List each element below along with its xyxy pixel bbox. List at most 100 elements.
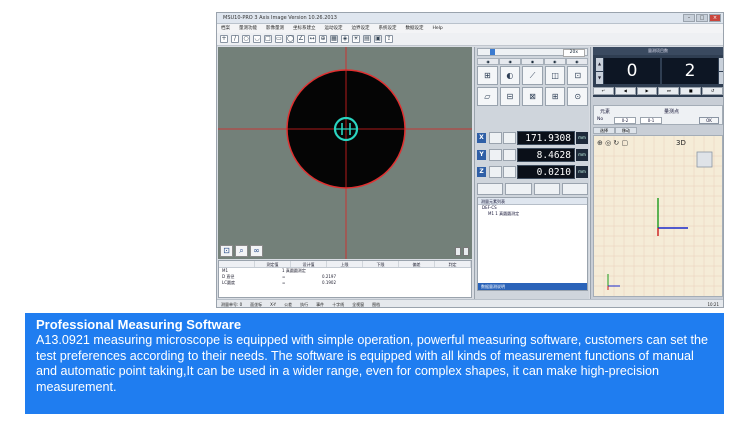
menu-motion[interactable]: 运动设定 — [325, 24, 343, 33]
menu-data[interactable]: 数据设定 — [406, 24, 424, 33]
3d-view[interactable]: ⊕ ◎ ↻ ▢ 3D — [593, 135, 723, 297]
camera-zoom-fit-icon[interactable]: ⊡ — [220, 245, 233, 257]
z-axis-label: Z — [477, 167, 486, 177]
status-item[interactable]: 图档 — [372, 300, 380, 307]
camera-link-icon[interactable]: ∞ — [250, 245, 263, 257]
status-item[interactable]: 十字线 — [332, 300, 344, 307]
distance-tool-icon[interactable]: ↔ — [308, 35, 316, 43]
point-tool-icon[interactable]: + — [220, 35, 228, 43]
angle-tool-icon[interactable]: ∠ — [297, 35, 305, 43]
table-row[interactable]: LC圆度 = 0.1902 — [219, 280, 471, 286]
reset-button[interactable]: ↺ — [702, 87, 723, 95]
grid-rect-icon[interactable]: ⊟ — [499, 87, 521, 106]
up-arrow-icon[interactable]: ▲ — [596, 58, 603, 71]
3d-label: 3D — [676, 139, 686, 147]
tab-select[interactable]: 选择 — [593, 127, 615, 134]
slot-tool-icon[interactable]: ▭ — [275, 35, 283, 43]
grid-angle-icon[interactable]: ▱ — [477, 87, 498, 106]
menu-coordinate[interactable]: 坐标系建立 — [293, 24, 316, 33]
status-item[interactable]: 公差 — [284, 300, 292, 307]
z-zero-icon[interactable] — [489, 166, 502, 178]
minimize-button[interactable]: – — [683, 14, 695, 22]
tab-line[interactable]: ◉ — [499, 58, 522, 65]
mini-tool-2-icon[interactable] — [505, 183, 532, 195]
grid-arc-icon[interactable]: ◫ — [544, 66, 566, 85]
status-item[interactable]: 全视窗 — [352, 300, 364, 307]
up-arrow-icon[interactable] — [719, 58, 723, 71]
element-checkbox-label[interactable]: 元素 — [600, 108, 610, 115]
circle-tool-icon[interactable]: ○ — [242, 35, 250, 43]
last-button[interactable]: ⏭ — [658, 87, 680, 95]
menu-edge[interactable]: 边界设定 — [352, 24, 370, 33]
y-zero-icon[interactable] — [489, 149, 502, 161]
menu-image-measure[interactable]: 影像量测 — [266, 24, 284, 33]
grid-line-icon[interactable]: ⟋ — [522, 66, 543, 85]
status-item[interactable]: 执行 — [300, 300, 308, 307]
tab-point[interactable]: ◉ — [477, 58, 500, 65]
ok-button[interactable]: OK — [699, 117, 719, 124]
tab-auto[interactable]: ◉ — [565, 58, 589, 65]
range-start-field[interactable]: 0-2 — [614, 117, 636, 124]
left-counter-stepper[interactable]: ▲ ▼ — [596, 58, 603, 84]
export-icon[interactable]: ⇪ — [385, 35, 393, 43]
tree-header: 测量元素列表 — [478, 198, 587, 205]
range-end-field[interactable]: 0-1 — [640, 117, 662, 124]
mini-tool-4-icon[interactable] — [561, 183, 588, 195]
grid-point-icon[interactable]: ⊞ — [477, 66, 498, 85]
menu-system[interactable]: 系统设定 — [379, 24, 397, 33]
rect-tool-icon[interactable]: □ — [264, 35, 272, 43]
next-button[interactable]: ▶ — [636, 87, 658, 95]
down-arrow-icon[interactable]: ▼ — [596, 71, 603, 84]
mini-tool-1-icon[interactable] — [477, 183, 504, 195]
z-set-icon[interactable] — [503, 166, 516, 178]
menu-help[interactable]: Help — [433, 24, 443, 33]
grid-distance-icon[interactable]: ⊡ — [567, 66, 588, 85]
zoom-select[interactable]: 20x — [562, 49, 585, 57]
x-zero-icon[interactable] — [489, 132, 502, 144]
tree-item[interactable]: M1 1 真圆圆测定 — [478, 211, 587, 217]
status-item[interactable]: 面坐标 — [250, 300, 262, 307]
tab-circle[interactable]: ◉ — [521, 58, 544, 65]
close-button[interactable]: × — [709, 14, 721, 22]
x-set-icon[interactable] — [503, 132, 516, 144]
grid-circle-icon[interactable]: ◐ — [499, 66, 521, 85]
3d-view-tools[interactable]: ⊕ ◎ ↻ ▢ — [597, 139, 628, 147]
prev-button[interactable]: ↵ — [593, 87, 614, 95]
view-cube-icon[interactable] — [696, 151, 713, 168]
menu-file[interactable]: 档案 — [221, 24, 230, 33]
element-tree[interactable]: 测量元素列表 DEF-CS M1 1 真圆圆测定 数据量测说明 — [477, 197, 588, 291]
ellipse-tool-icon[interactable]: ◯ — [286, 35, 294, 43]
focus-down-button[interactable] — [455, 247, 461, 256]
grid-mid-icon[interactable]: ⊙ — [567, 87, 588, 106]
status-item[interactable]: 事件 — [316, 300, 324, 307]
report-icon[interactable]: ▤ — [363, 35, 371, 43]
slider-knob[interactable] — [490, 49, 495, 55]
right-counter-stepper[interactable] — [719, 58, 723, 84]
stop-button[interactable]: ■ — [680, 87, 702, 95]
y-set-icon[interactable] — [503, 149, 516, 161]
mini-tool-3-icon[interactable] — [533, 183, 560, 195]
crosshair-tool-icon[interactable]: ⊕ — [319, 35, 327, 43]
tab-move[interactable]: 移动 — [615, 127, 637, 134]
camera-view[interactable]: ⊡ ⌕ ∞ — [218, 47, 472, 259]
back-button[interactable]: ◀ — [614, 87, 636, 95]
grid-tool-icon[interactable]: ▦ — [330, 35, 338, 43]
grid-intersect-icon[interactable]: ⊞ — [544, 87, 566, 106]
status-item[interactable]: X-Y — [270, 300, 276, 307]
arc-tool-icon[interactable]: ◡ — [253, 35, 261, 43]
grid-slot-icon[interactable]: ⊠ — [522, 87, 543, 106]
zoom-slider[interactable]: 20x — [477, 48, 588, 57]
auto-edge-icon[interactable]: ◈ — [341, 35, 349, 43]
camera-search-icon[interactable]: ⌕ — [235, 245, 248, 257]
row-value: 0.1902 — [322, 280, 336, 285]
col-header: 上限 — [327, 261, 363, 267]
light-icon[interactable]: ☀ — [352, 35, 360, 43]
save-icon[interactable]: ▣ — [374, 35, 382, 43]
focus-up-button[interactable] — [463, 247, 469, 256]
point-checkbox-label[interactable]: 量测点 — [664, 108, 679, 115]
line-tool-icon[interactable]: / — [231, 35, 239, 43]
maximize-button[interactable]: □ — [696, 14, 708, 22]
down-arrow-icon[interactable] — [719, 71, 723, 84]
tab-arc[interactable]: ◉ — [543, 58, 566, 65]
menu-measure[interactable]: 量测功能 — [239, 24, 257, 33]
